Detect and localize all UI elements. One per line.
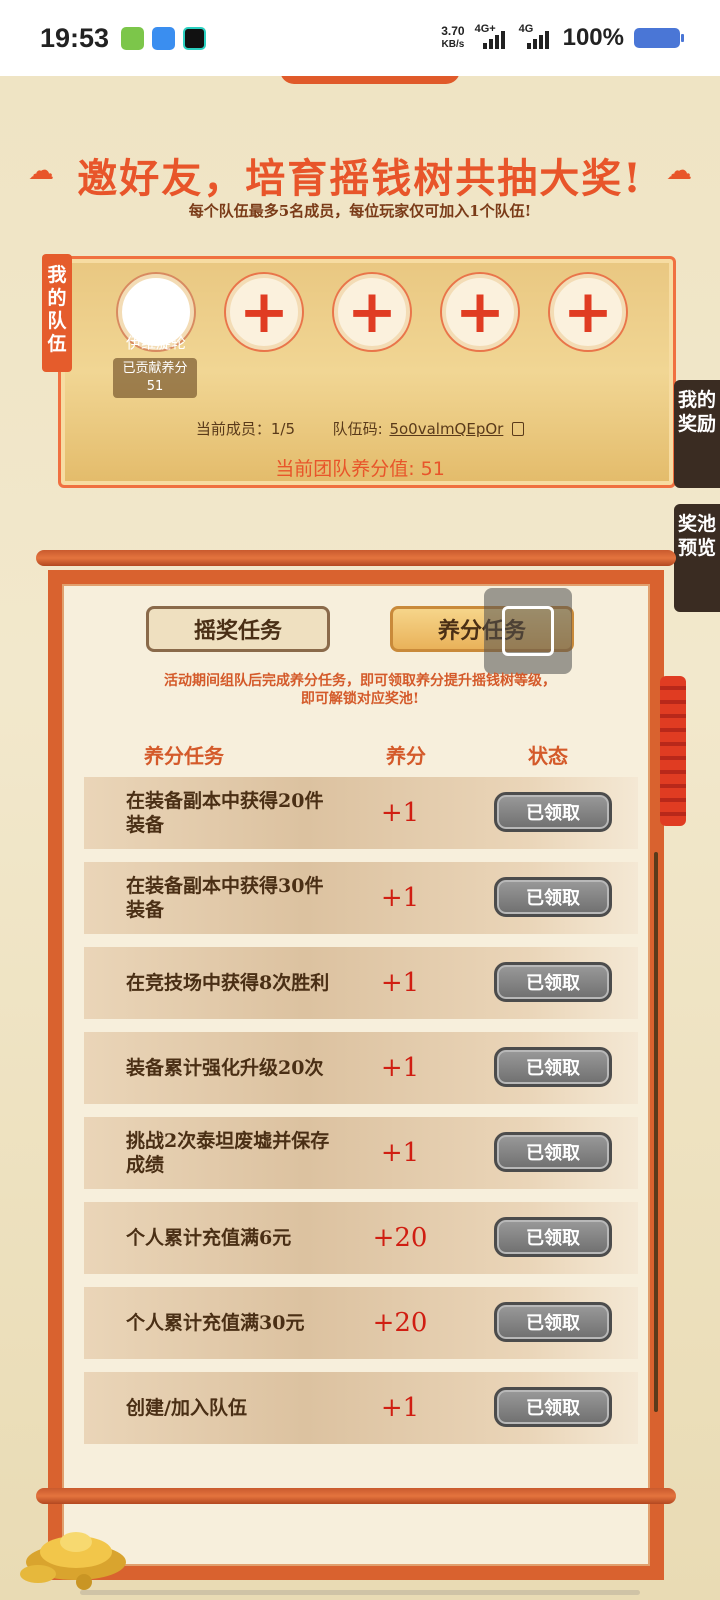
task-row: 个人累计充值满6元 +20 已领取 [84, 1202, 638, 1274]
task-row: 在装备副本中获得20件装备 +1 已领取 [84, 777, 638, 849]
team-score: 当前团队养分值: 51 [275, 458, 445, 480]
member-name: 伊维旋轮 [125, 334, 186, 352]
top-decoration [280, 76, 460, 84]
claimed-button[interactable]: 已领取 [494, 1047, 612, 1087]
task-points: +20 [372, 1223, 428, 1253]
task-points: +1 [380, 883, 420, 913]
member-count: 当前成员：1/5 [195, 420, 296, 438]
team-info: 当前成员：1/5 队伍码: 5o0valmQEpOr [0, 418, 720, 439]
plus-icon: + [454, 277, 506, 347]
task-name: 装备累计强化升级20次 [126, 1057, 324, 1079]
status-time: 19:53 [40, 22, 110, 53]
claimed-button[interactable]: 已领取 [494, 1217, 612, 1257]
task-points: +1 [380, 1393, 420, 1423]
my-rewards-tab[interactable]: 我的奖励 [674, 380, 720, 488]
add-member-button[interactable]: + [550, 274, 626, 350]
column-header-status: 状态 [528, 744, 568, 768]
prize-pool-tab[interactable]: 奖池预览 [674, 504, 720, 612]
task-row: 创建/加入队伍 +1 已领取 [84, 1372, 638, 1444]
signal-4g-plus-icon: 4G+ [475, 23, 509, 49]
plus-icon: + [346, 277, 398, 347]
task-points: +20 [372, 1308, 428, 1338]
task-name: 挑战2次泰坦废墟并保存成绩 [126, 1130, 330, 1176]
claimed-button[interactable]: 已领取 [494, 1132, 612, 1172]
status-bar: 19:53 3.70 KB/s 4G+ 4G 100% [0, 0, 720, 76]
claimed-button[interactable]: 已领取 [494, 1387, 612, 1427]
task-points: +1 [380, 968, 420, 998]
claimed-button[interactable]: 已领取 [494, 1302, 612, 1342]
signal-4g-icon: 4G [519, 23, 553, 49]
home-indicator[interactable] [80, 1590, 640, 1595]
task-points: +1 [380, 1053, 420, 1083]
task-name: 个人累计充值满6元 [126, 1227, 292, 1249]
game-app-icon [183, 26, 207, 50]
tasks-description: 活动期间组队后完成养分任务，即可领取养分提升摇钱树等级，即可解锁对应奖池! [164, 673, 556, 707]
claimed-button[interactable]: 已领取 [494, 792, 612, 832]
scroll-top-rod [36, 550, 676, 566]
battery-icon [634, 28, 684, 48]
task-row: 挑战2次泰坦废墟并保存成绩 +1 已领取 [84, 1117, 638, 1189]
tab-lottery-tasks[interactable]: 摇奖任务 [146, 606, 330, 652]
task-row: 个人累计充值满30元 +20 已领取 [84, 1287, 638, 1359]
gold-ingot-icon [20, 1532, 126, 1590]
task-name: 在装备副本中获得30件装备 [126, 875, 324, 921]
task-row: 在装备副本中获得30件装备 +1 已领取 [84, 862, 638, 934]
add-member-button[interactable]: + [334, 274, 410, 350]
task-name: 在装备副本中获得20件装备 [126, 790, 324, 836]
copy-icon[interactable] [512, 422, 525, 436]
task-points: +1 [380, 798, 420, 828]
floating-window-button[interactable] [484, 588, 572, 674]
task-row: 在竞技场中获得8次胜利 +1 已领取 [84, 947, 638, 1019]
plus-icon: + [562, 277, 614, 347]
event-subtitle: 每个队伍最多5名成员，每位玩家仅可加入1个队伍! [188, 202, 532, 220]
task-list-scrollbar[interactable] [654, 852, 658, 1412]
task-name: 个人累计充值满30元 [126, 1312, 305, 1334]
task-row: 装备累计强化升级20次 +1 已领取 [84, 1032, 638, 1104]
app-notification-icon [121, 26, 145, 50]
notification-icons [121, 26, 207, 50]
task-name: 在竞技场中获得8次胜利 [126, 972, 330, 994]
event-page: ☁ ☁ 邀好友，培育摇钱树共抽大奖! 每个队伍最多5名成员，每位玩家仅可加入1个… [0, 76, 720, 1600]
column-header-task: 养分任务 [144, 744, 224, 768]
my-team-tag: 我的队伍 [42, 254, 72, 372]
column-header-points: 养分 [386, 744, 426, 768]
claimed-button[interactable]: 已领取 [494, 877, 612, 917]
window-icon [502, 606, 554, 656]
file-app-icon [152, 26, 176, 50]
event-title: 邀好友，培育摇钱树共抽大奖! [77, 155, 643, 202]
battery-percentage: 100% [562, 24, 624, 51]
task-points: +1 [380, 1138, 420, 1168]
add-member-button[interactable]: + [226, 274, 302, 350]
claimed-button[interactable]: 已领取 [494, 962, 612, 1002]
add-member-button[interactable]: + [442, 274, 518, 350]
team-code-label: 队伍码: [332, 420, 383, 438]
member-contribution: 已贡献养分 51 [113, 358, 197, 398]
network-speed: 3.70 KB/s [441, 24, 465, 51]
plus-icon: + [238, 277, 290, 347]
team-code[interactable]: 5o0valmQEpOr [389, 420, 503, 438]
task-name: 创建/加入队伍 [126, 1397, 247, 1419]
firecracker-decoration [660, 676, 686, 826]
